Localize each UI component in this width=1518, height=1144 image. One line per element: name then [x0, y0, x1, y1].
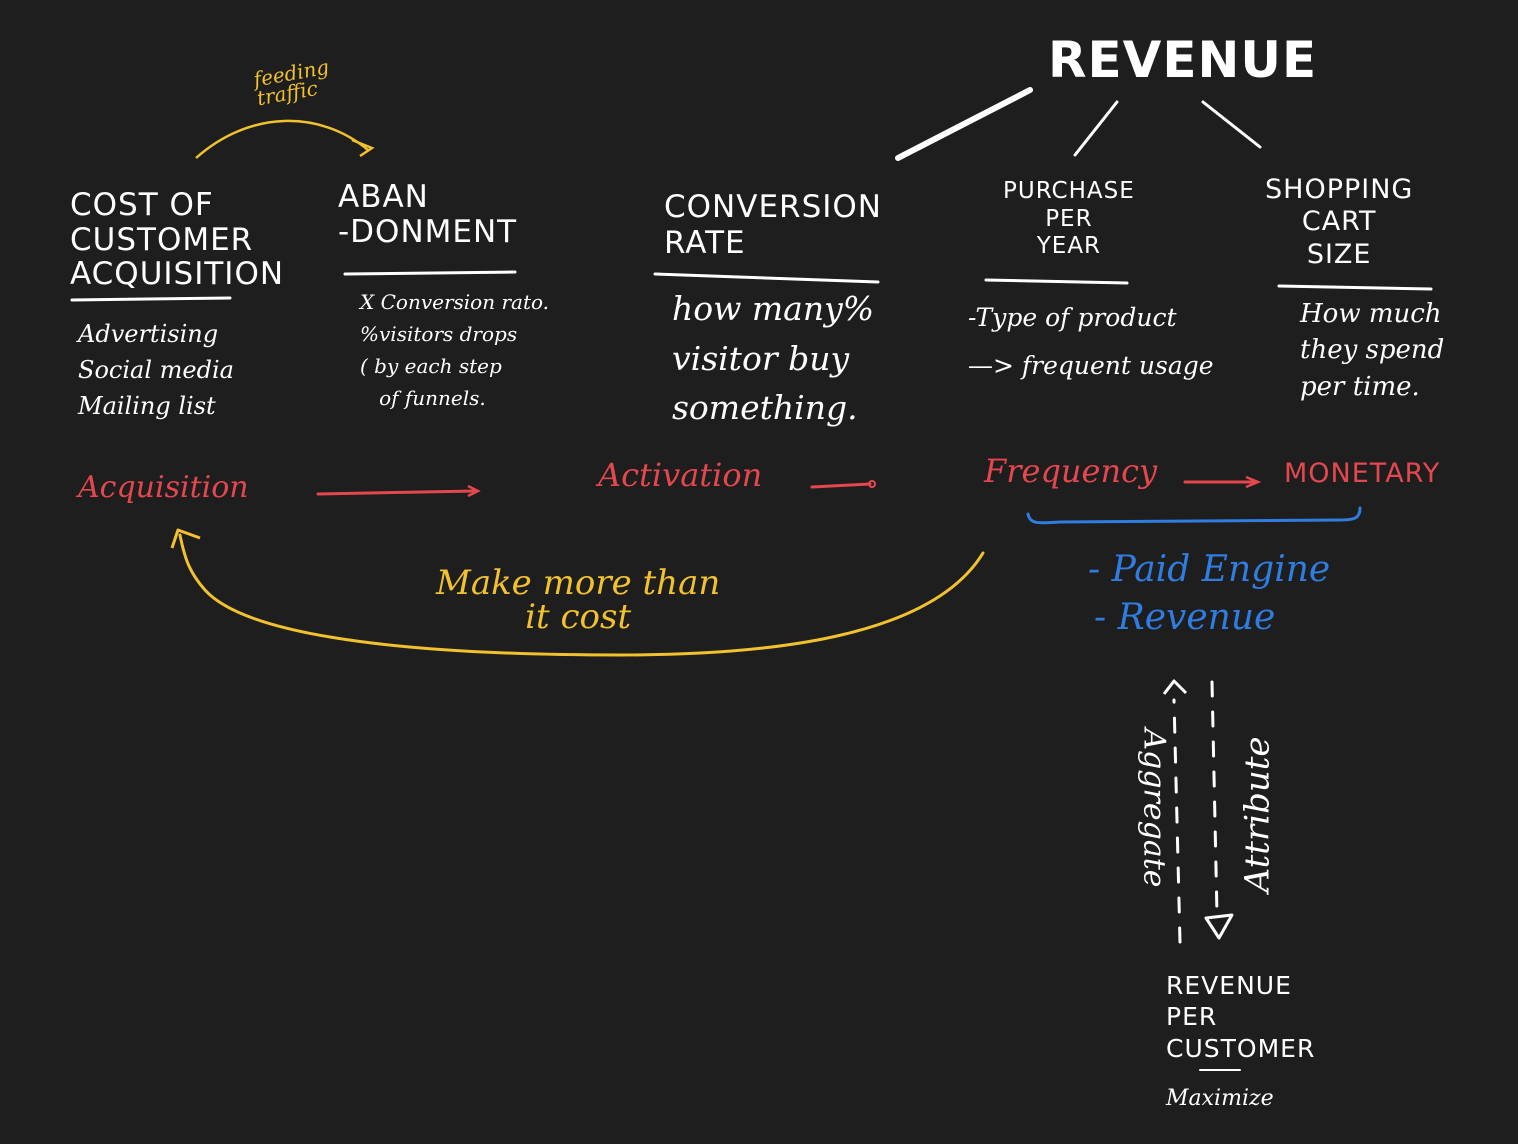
revenue-item: - Revenue	[1094, 597, 1276, 638]
underline-purchase-per-year	[984, 278, 1129, 285]
stage-activation: Activation	[598, 456, 763, 494]
revenue-title: REVENUE	[1048, 31, 1318, 89]
underline-abandonment	[343, 270, 517, 276]
revenue-branch-line-right	[1201, 100, 1262, 149]
heading-cost-of-customer-acquisition: COST OF CUSTOMER ACQUISITION	[70, 187, 285, 293]
aggregate-dashed-line	[1172, 698, 1182, 944]
paid-engine-item: - Paid Engine	[1088, 549, 1331, 590]
stage-monetary: MONETARY	[1284, 458, 1441, 489]
aggregate-label: Aggregate	[1136, 728, 1172, 888]
notes-shopping-cart-size: How much they spend per time.	[1300, 299, 1445, 402]
feeding-traffic-arrow	[195, 119, 369, 159]
heading-purchase-per-year: PURCHASE PER YEAR	[1003, 178, 1135, 260]
attribute-dashed-line	[1210, 680, 1219, 917]
feeding-traffic-arrowhead	[351, 138, 375, 158]
revenue-branch-line-left	[895, 87, 1033, 161]
notes-conversion-rate: how many% visitor buy something.	[672, 289, 875, 427]
heading-abandonment: ABAN -DONMENT	[338, 179, 518, 250]
underline-shopping-cart-size	[1277, 284, 1433, 291]
attribute-label: Attribute	[1237, 736, 1278, 893]
maximize-note: Maximize	[1166, 1086, 1274, 1111]
stage-frequency: Frequency	[984, 452, 1158, 490]
heading-conversion-rate: CONVERSION RATE	[664, 189, 882, 261]
underline-conversion-rate	[653, 272, 880, 284]
make-more-loop-arrowhead	[170, 528, 201, 549]
heading-shopping-cart-size: SHOPPING CART SIZE	[1265, 174, 1414, 270]
stage-acquisition: Acquisition	[78, 470, 249, 505]
revenue-branch-line-mid	[1073, 100, 1119, 157]
notes-abandonment: X Conversion rato. %visitors drops ( by …	[360, 290, 550, 410]
activation-to-frequency-arrow	[810, 482, 872, 489]
aggregate-arrowhead	[1162, 679, 1188, 695]
attribute-arrowhead	[1204, 913, 1234, 940]
revenue-per-customer-label: REVENUE PER CUSTOMER	[1166, 971, 1316, 1063]
notes-cost-of-customer-acquisition: Advertising Social media Mailing list	[78, 320, 234, 420]
make-more-than-it-cost-label: Make more than it cost	[436, 563, 721, 637]
frequency-monetary-bracket	[1026, 506, 1362, 525]
acquisition-to-activation-arrow	[316, 489, 478, 496]
notes-purchase-per-year: -Type of product —> frequent usage	[968, 303, 1214, 380]
underline-cost-of-customer-acquisition	[70, 296, 232, 302]
